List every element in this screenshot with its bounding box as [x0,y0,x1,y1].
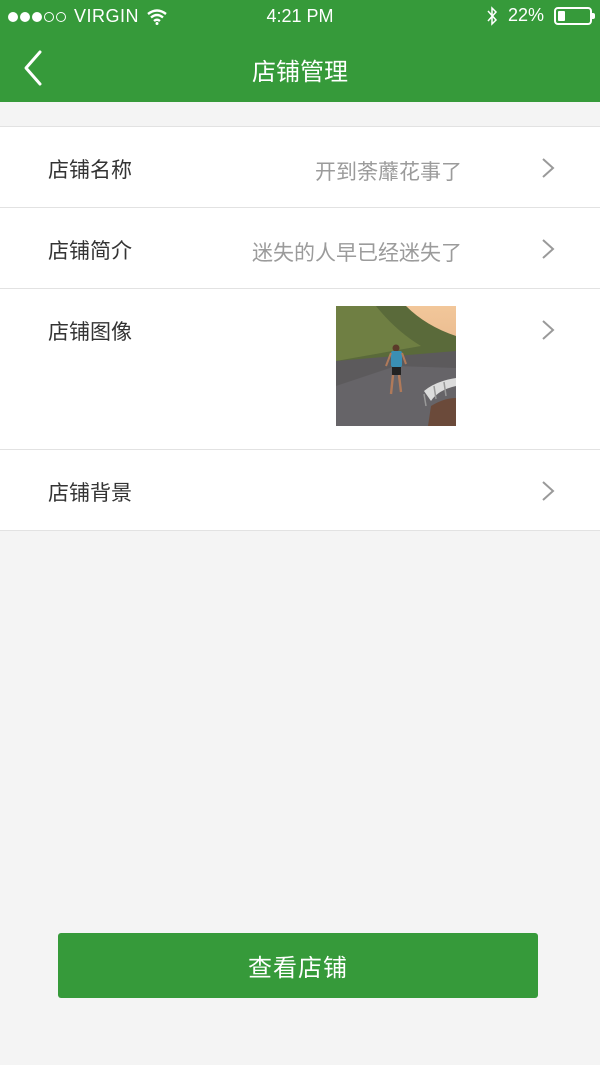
row-label: 店铺名称 [48,158,132,182]
status-right: 22% [486,5,595,26]
row-store-image[interactable]: 店铺图像 [0,289,600,450]
chevron-right-icon [542,481,555,501]
status-bar: VIRGIN 4:21 PM 22% [0,0,600,34]
bluetooth-icon [487,5,497,26]
row-value: 开到荼蘼花事了 [315,160,462,184]
battery-fill [558,10,565,21]
row-store-name[interactable]: 店铺名称 开到荼蘼花事了 [0,127,600,208]
chevron-right-icon [542,239,555,259]
store-avatar-image [336,306,456,426]
app-header: VIRGIN 4:21 PM 22% 店铺管理 [0,0,600,102]
view-store-button[interactable]: 查看店铺 [58,933,538,998]
row-label: 店铺背景 [48,481,132,505]
page-title: 店铺管理 [252,58,348,86]
row-label: 店铺图像 [48,320,132,344]
chevron-right-icon [542,320,555,340]
row-value: 迷失的人早已经迷失了 [252,241,462,265]
chevron-right-icon [542,158,555,178]
battery-percent: 22% [507,5,544,25]
row-store-intro[interactable]: 店铺简介 迷失的人早已经迷失了 [0,208,600,289]
row-store-background[interactable]: 店铺背景 [0,450,600,531]
row-label: 店铺简介 [48,239,132,263]
settings-list: 店铺名称 开到荼蘼花事了 店铺简介 迷失的人早已经迷失了 店铺图像 店铺背景 [0,126,600,531]
battery-icon [554,6,595,25]
